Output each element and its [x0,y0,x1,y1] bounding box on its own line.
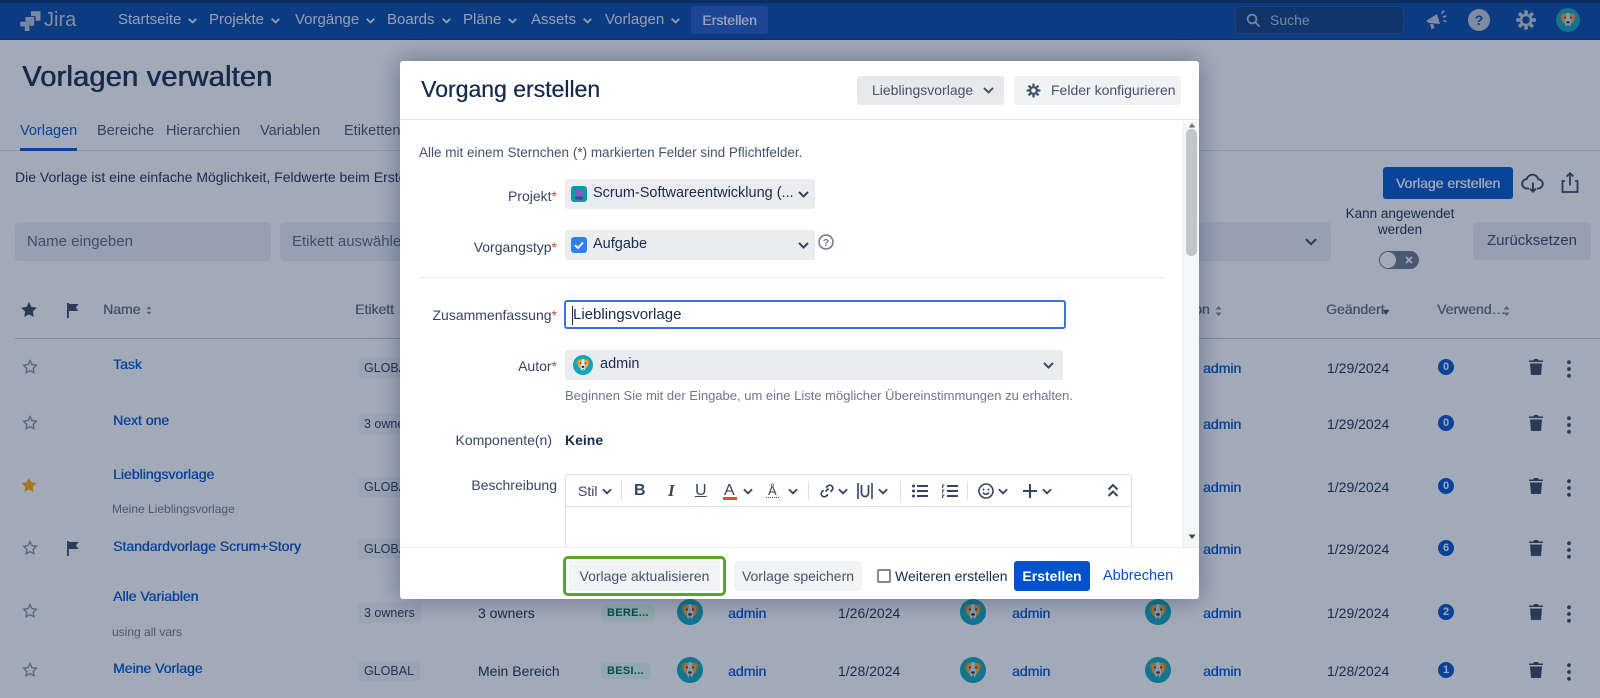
svg-text:?: ? [823,237,829,249]
